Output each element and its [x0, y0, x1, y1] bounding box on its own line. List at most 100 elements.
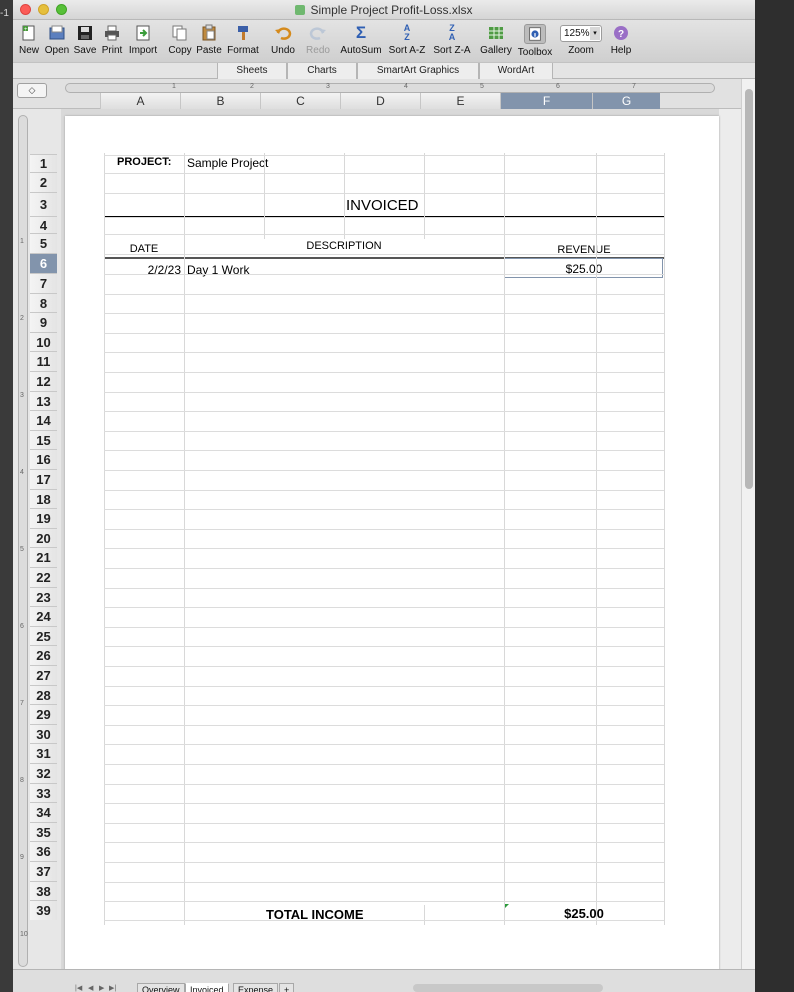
sheet-tab-expense[interactable]: Expense [233, 983, 279, 992]
select-all-corner[interactable]: ◇ [17, 83, 47, 98]
row-header-16[interactable]: 16 [30, 449, 57, 469]
row-header-24[interactable]: 24 [30, 606, 57, 626]
description-column-header[interactable]: DESCRIPTION [184, 240, 504, 252]
row-header-4[interactable]: 4 [30, 216, 57, 233]
row-header-35[interactable]: 35 [30, 821, 57, 842]
row-header-33[interactable]: 33 [30, 782, 57, 803]
row-header-37[interactable]: 37 [30, 861, 57, 881]
add-sheet-button[interactable]: + [279, 983, 295, 992]
print-button[interactable]: Print [100, 24, 124, 56]
horizontal-scroll-thumb[interactable] [413, 984, 603, 992]
undo-button[interactable]: Undo [266, 24, 300, 56]
row-header-39[interactable]: 39 [30, 900, 57, 920]
column-header-c[interactable]: C [260, 93, 340, 109]
sort-az-button[interactable]: AZ Sort A-Z [386, 24, 428, 57]
toolbox-button[interactable]: Toolbox [516, 24, 554, 58]
help-button[interactable]: ? Help [609, 24, 633, 56]
import-button[interactable]: Import [126, 24, 160, 56]
row-header-14[interactable]: 14 [30, 410, 57, 430]
open-label: Open [44, 45, 70, 56]
window-title: Simple Project Profit-Loss.xlsx [13, 3, 755, 17]
row-header-34[interactable]: 34 [30, 802, 57, 822]
row-header-38[interactable]: 38 [30, 880, 57, 901]
invoiced-heading[interactable]: INVOICED [346, 197, 419, 214]
ribbon-tab-wordart[interactable]: WordArt [479, 63, 553, 79]
last-sheet-icon[interactable]: ▶| [109, 984, 116, 992]
autosum-button[interactable]: Σ AutoSum [340, 24, 382, 57]
row-header-23[interactable]: 23 [30, 586, 57, 607]
grid-row-line [104, 234, 664, 235]
redo-button[interactable]: Redo [303, 24, 333, 56]
column-header-f[interactable]: F [500, 93, 592, 109]
row-header-36[interactable]: 36 [30, 841, 57, 861]
row-header-32[interactable]: 32 [30, 763, 57, 783]
total-income-value[interactable]: $25.00 [504, 906, 664, 921]
first-sheet-icon[interactable]: |◀ [75, 984, 82, 992]
grid-row-line [104, 646, 664, 648]
row-header-25[interactable]: 25 [30, 625, 57, 646]
grid-row-line [104, 919, 664, 921]
column-header-d[interactable]: D [340, 93, 420, 109]
ribbon-tab-sheets[interactable]: Sheets [217, 63, 287, 79]
ruler-mark: 4 [20, 469, 24, 476]
row-header-9[interactable]: 9 [30, 312, 57, 332]
sheet-tab-overview[interactable]: Overview [137, 983, 185, 992]
column-header-g[interactable]: G [592, 93, 660, 109]
row-header-31[interactable]: 31 [30, 743, 57, 763]
row-header-12[interactable]: 12 [30, 371, 57, 391]
vertical-scroll-thumb[interactable] [745, 89, 753, 489]
row-header-6[interactable]: 6 [30, 253, 57, 273]
open-button[interactable]: Open [43, 24, 71, 56]
ribbon-tabs: Sheets Charts SmartArt Graphics WordArt [13, 62, 755, 79]
sheet-tab-invoiced[interactable]: Invoiced [185, 983, 229, 992]
next-sheet-icon[interactable]: ▶ [99, 984, 104, 992]
row-header-3[interactable]: 3 [30, 192, 57, 216]
row-header-7[interactable]: 7 [30, 273, 57, 293]
row-header-11[interactable]: 11 [30, 351, 57, 371]
column-header-e[interactable]: E [420, 93, 500, 109]
new-button[interactable]: + New [17, 24, 41, 56]
vertical-scrollbar[interactable] [741, 79, 755, 969]
project-label[interactable]: PROJECT: [117, 156, 171, 168]
prev-sheet-icon[interactable]: ◀ [88, 984, 93, 992]
row-header-18[interactable]: 18 [30, 488, 57, 509]
cell-grid[interactable]: PROJECT: Sample Project INVOICED DATE DE… [104, 153, 665, 925]
row-header-2[interactable]: 2 [30, 172, 57, 192]
row-header-10[interactable]: 10 [30, 331, 57, 352]
row-header-21[interactable]: 21 [30, 547, 57, 567]
row-header-1[interactable]: 1 [30, 154, 57, 172]
column-header-a[interactable]: A [100, 93, 180, 109]
row-header-17[interactable]: 17 [30, 469, 57, 489]
save-button[interactable]: Save [73, 24, 97, 56]
row-header-28[interactable]: 28 [30, 684, 57, 705]
format-brush-icon [238, 26, 248, 40]
gallery-button[interactable]: Gallery [479, 24, 513, 56]
format-button[interactable]: Format [226, 24, 260, 56]
row-header-29[interactable]: 29 [30, 704, 57, 724]
column-header-b[interactable]: B [180, 93, 260, 109]
row-header-8[interactable]: 8 [30, 292, 57, 313]
row-header-5[interactable]: 5 [30, 233, 57, 253]
row-header-20[interactable]: 20 [30, 527, 57, 548]
row-header-15[interactable]: 15 [30, 429, 57, 450]
row-header-30[interactable]: 30 [30, 723, 57, 744]
row-header-27[interactable]: 27 [30, 665, 57, 685]
svg-text:?: ? [618, 29, 624, 40]
row-header-22[interactable]: 22 [30, 567, 57, 587]
zoom-select[interactable]: 125% ▾ [560, 25, 602, 42]
row-header-26[interactable]: 26 [30, 645, 57, 665]
ribbon-tab-charts[interactable]: Charts [287, 63, 357, 79]
ruler-mark: 5 [20, 546, 24, 553]
sort-za-button[interactable]: ZA Sort Z-A [431, 24, 473, 57]
grid-row-line [104, 411, 664, 413]
copy-button[interactable]: Copy [167, 24, 193, 56]
zoom-control[interactable]: 125% ▾ Zoom [558, 24, 604, 56]
row-header-19[interactable]: 19 [30, 508, 57, 528]
ribbon-tab-smartart[interactable]: SmartArt Graphics [357, 63, 479, 79]
grid-row-line [104, 450, 664, 452]
project-name[interactable]: Sample Project [187, 156, 268, 170]
row-header-13[interactable]: 13 [30, 390, 57, 411]
paste-button[interactable]: Paste [195, 24, 223, 56]
excel-window: Simple Project Profit-Loss.xlsx + New Op… [13, 0, 755, 992]
grid-row-line [104, 783, 664, 785]
